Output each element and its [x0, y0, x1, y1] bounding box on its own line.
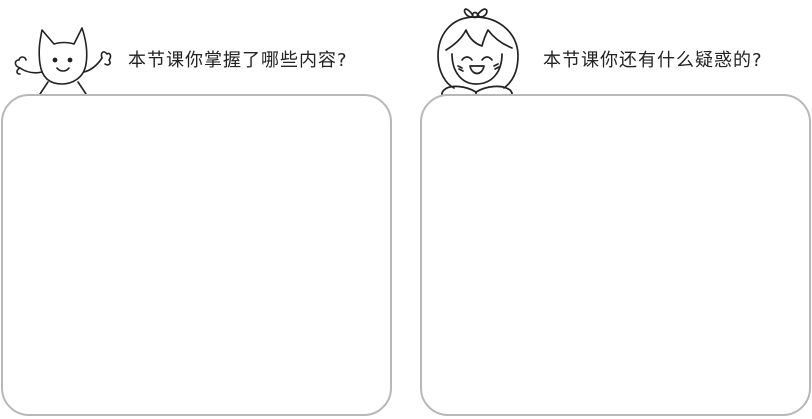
right-prompt-text: 本节课你还有什么疑惑的?: [543, 50, 763, 71]
cartoon-girl-illustration: [437, 8, 519, 101]
left-prompt-text: 本节课你掌握了哪些内容?: [128, 50, 348, 71]
cartoon-cat-illustration: [14, 27, 112, 95]
questions-answer-box[interactable]: [420, 94, 811, 416]
mastered-content-answer-box[interactable]: [1, 94, 392, 416]
